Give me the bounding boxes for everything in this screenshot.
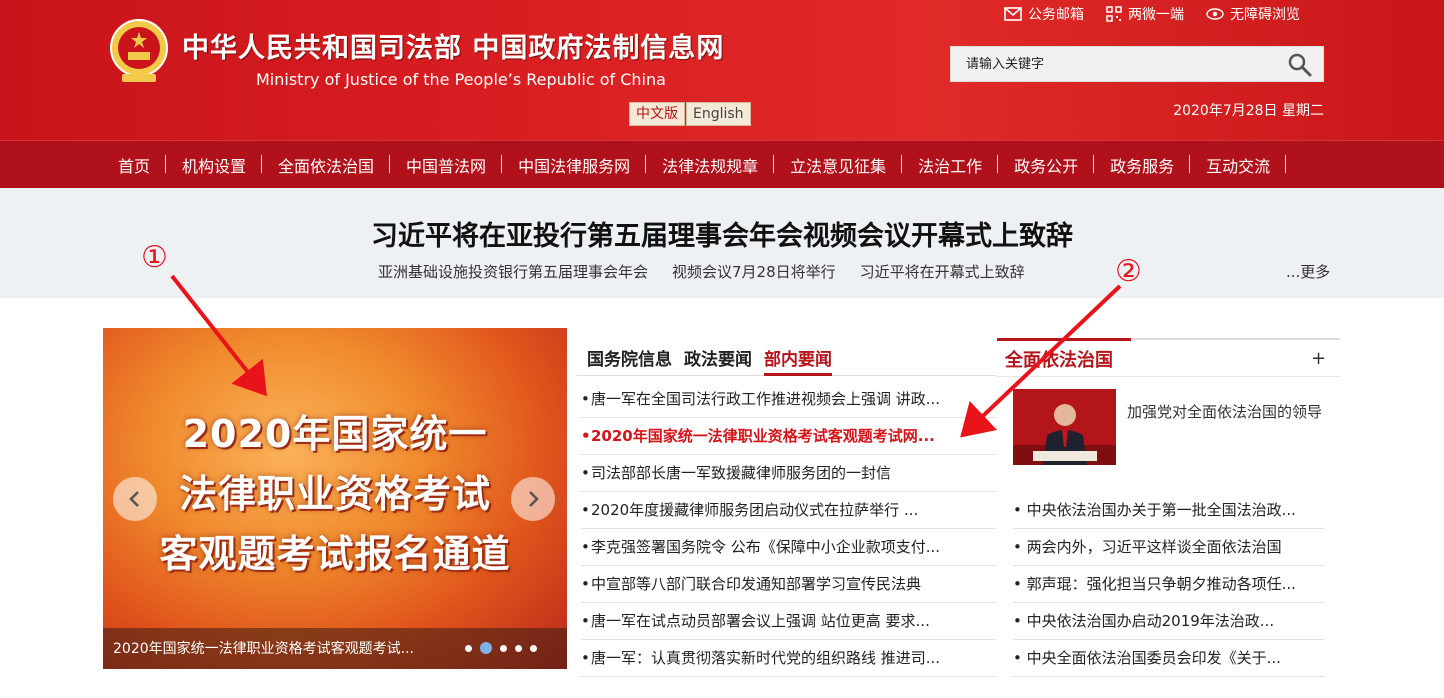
news-item-text: 唐一军在全国司法行政工作推进视频会上强调 讲政...: [591, 390, 941, 408]
feature-headline[interactable]: 加强党对全面依法治国的领导: [1127, 394, 1327, 430]
tab-state-council[interactable]: 国务院信息: [587, 344, 672, 376]
news-item[interactable]: •司法部部长唐一军致援藏律师服务团的一封信: [581, 455, 996, 492]
slide-line-3: 客观题考试报名通道: [159, 532, 511, 576]
carousel-dot[interactable]: [515, 644, 522, 652]
news-item-text: 唐一军：认真贯彻落实新时代党的组织路线 推进司...: [591, 649, 941, 667]
news-item[interactable]: •李克强签署国务院令 公布《保障中小企业款项支付...: [581, 529, 996, 566]
news-item-text: 2020年国家统一法律职业资格考试客观题考试网...: [591, 427, 935, 445]
chevron-left-icon: [129, 491, 139, 507]
nav-item-interaction[interactable]: 互动交流: [1190, 153, 1287, 177]
tab-comprehensive-rule-of-law[interactable]: 全面依法治国: [1005, 346, 1113, 372]
news-item-highlighted[interactable]: •2020年国家统一法律职业资格考试客观题考试网...: [581, 418, 996, 455]
right-tab-divider: [997, 376, 1340, 377]
carousel-prev-button[interactable]: [113, 477, 157, 521]
right-news-item[interactable]: • 中央依法治国办启动2019年法治政...: [1013, 603, 1325, 640]
news-item-text: 中宣部等八部门联合印发通知部署学习宣传民法典: [591, 575, 922, 593]
chevron-right-icon: [529, 491, 539, 507]
wechat-link-label: 两微一端: [1128, 7, 1184, 23]
tab-political-legal[interactable]: 政法要闻: [684, 344, 752, 376]
feature-photo-graphic: [1013, 389, 1116, 465]
nav-item-rule-of-law[interactable]: 全面依法治国: [262, 153, 391, 177]
search-box: [950, 46, 1324, 82]
nav-item-laws-regulations[interactable]: 法律法规规章: [646, 153, 775, 177]
eye-icon: [1206, 8, 1224, 20]
nav-item-home[interactable]: 首页: [102, 153, 167, 177]
slide-banner-text: 2020年国家统一 法律职业资格考试 客观题考试报名通道: [103, 404, 567, 584]
carousel-next-button[interactable]: [511, 477, 555, 521]
right-news-text: 郭声琨：强化担当只争朝夕推动各项任...: [1026, 575, 1296, 593]
annotation-marker-2: ②: [1115, 254, 1142, 289]
carousel-dot[interactable]: [530, 644, 537, 652]
news-item-text: 唐一军在试点动员部署会议上强调 站位更高 要求...: [591, 612, 930, 630]
nav-item-organization[interactable]: 机构设置: [166, 153, 263, 177]
right-tab-active-bar: [997, 338, 1131, 341]
news-tabs: 国务院信息 政法要闻 部内要闻: [577, 344, 996, 376]
news-item[interactable]: •中宣部等八部门联合印发通知部署学习宣传民法典: [581, 566, 996, 603]
headline-band: 习近平将在亚投行第五届理事会年会视频会议开幕式上致辞 亚洲基础设施投资银行第五届…: [0, 188, 1444, 298]
nav-item-legal-work[interactable]: 法治工作: [902, 153, 999, 177]
carousel-dot[interactable]: [480, 642, 492, 654]
carousel-dot[interactable]: [500, 644, 507, 652]
news-item[interactable]: •唐一军：认真贯彻落实新时代党的组织路线 推进司...: [581, 640, 996, 677]
site-title-en: Ministry of Justice of the People’s Repu…: [256, 70, 666, 89]
feature-photo[interactable]: [1013, 389, 1116, 465]
headline-more-link[interactable]: ...更多: [1286, 261, 1330, 282]
news-item-text: 李克强签署国务院令 公布《保障中小企业款项支付...: [591, 538, 941, 556]
right-news-text: 中央依法治国办启动2019年法治政...: [1026, 612, 1275, 630]
slide-line-1: 2020年国家统一: [182, 412, 488, 456]
accessible-link-label: 无障碍浏览: [1230, 7, 1300, 23]
search-input[interactable]: [951, 47, 1271, 81]
image-carousel[interactable]: 2020年国家统一 法律职业资格考试 客观题考试报名通道 2020年国家统一法律…: [103, 328, 567, 669]
right-news-item[interactable]: • 中央全面依法治国委员会印发《关于...: [1013, 640, 1325, 677]
lang-cn-button[interactable]: 中文版: [629, 102, 685, 126]
news-item-text: 2020年度援藏律师服务团启动仪式在拉萨举行 ...: [591, 501, 919, 519]
right-news-list: • 中央依法治国办关于第一批全国法治政... • 两会内外，习近平这样谈全面依法…: [1013, 492, 1325, 677]
right-news-text: 中央依法治国办关于第一批全国法治政...: [1026, 501, 1296, 519]
right-more-button[interactable]: +: [1311, 348, 1326, 369]
headline-sub-1[interactable]: 亚洲基础设施投资银行第五届理事会年会: [378, 261, 648, 282]
mail-link-label: 公务邮箱: [1028, 7, 1084, 23]
headline-title[interactable]: 习近平将在亚投行第五届理事会年会视频会议开幕式上致辞: [0, 214, 1444, 253]
news-item[interactable]: •唐一军在试点动员部署会议上强调 站位更高 要求...: [581, 603, 996, 640]
nav-item-legislation-feedback[interactable]: 立法意见征集: [774, 153, 903, 177]
search-icon[interactable]: [1287, 52, 1313, 78]
headline-sub-3[interactable]: 习近平将在开幕式上致辞: [860, 261, 1025, 282]
slide-line-2: 法律职业资格考试: [178, 472, 491, 516]
right-news-text: 两会内外，习近平这样谈全面依法治国: [1026, 538, 1282, 556]
headline-subline: 亚洲基础设施投资银行第五届理事会年会 视频会议7月28日将举行 习近平将在开幕式…: [378, 261, 1025, 282]
national-emblem-icon: [110, 19, 168, 82]
carousel-dots: [465, 642, 537, 654]
carousel-caption-bar: 2020年国家统一法律职业资格考试客观题考试...: [103, 628, 567, 669]
news-list: •唐一军在全国司法行政工作推进视频会上强调 讲政... •2020年国家统一法律…: [581, 381, 996, 677]
site-title-cn: 中华人民共和国司法部 中国政府法制信息网: [182, 33, 725, 64]
nav-item-legal-education[interactable]: 中国普法网: [390, 153, 503, 177]
carousel-dot[interactable]: [465, 644, 472, 652]
wechat-link[interactable]: 两微一端: [1106, 4, 1184, 24]
annotation-marker-1: ①: [141, 240, 168, 275]
nav-item-government-affairs[interactable]: 政务公开: [998, 153, 1095, 177]
news-item-text: 司法部部长唐一军致援藏律师服务团的一封信: [591, 464, 892, 482]
news-item[interactable]: •唐一军在全国司法行政工作推进视频会上强调 讲政...: [581, 381, 996, 418]
right-news-item[interactable]: • 郭声琨：强化担当只争朝夕推动各项任...: [1013, 566, 1325, 603]
right-news-item[interactable]: • 中央依法治国办关于第一批全国法治政...: [1013, 492, 1325, 529]
tab-ministry-news[interactable]: 部内要闻: [764, 344, 832, 376]
mail-icon: [1004, 7, 1022, 21]
site-header: 中华人民共和国司法部 中国政府法制信息网 Ministry of Justice…: [0, 0, 1444, 140]
top-links: 公务邮箱 两微一端 无障碍浏览: [1004, 4, 1300, 24]
nav-item-legal-services[interactable]: 中国法律服务网: [502, 153, 647, 177]
nav-item-government-services[interactable]: 政务服务: [1094, 153, 1191, 177]
qr-code-icon: [1106, 6, 1122, 22]
lang-en-button[interactable]: English: [686, 102, 751, 126]
right-news-text: 中央全面依法治国委员会印发《关于...: [1026, 649, 1281, 667]
accessible-link[interactable]: 无障碍浏览: [1206, 4, 1300, 24]
right-news-item[interactable]: • 两会内外，习近平这样谈全面依法治国: [1013, 529, 1325, 566]
current-date: 2020年7月28日 星期二: [1173, 103, 1324, 119]
carousel-caption[interactable]: 2020年国家统一法律职业资格考试客观题考试...: [113, 638, 453, 658]
main-nav: 首页 机构设置 全面依法治国 中国普法网 中国法律服务网 法律法规规章 立法意见…: [0, 140, 1444, 188]
mail-link[interactable]: 公务邮箱: [1004, 4, 1084, 24]
news-item[interactable]: •2020年度援藏律师服务团启动仪式在拉萨举行 ...: [581, 492, 996, 529]
headline-sub-2[interactable]: 视频会议7月28日将举行: [672, 261, 836, 282]
